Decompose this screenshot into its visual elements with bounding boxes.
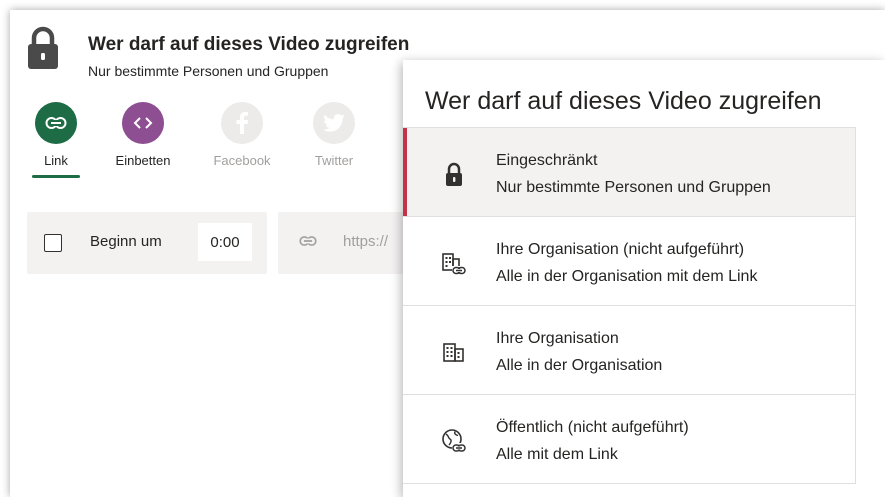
start-time-input[interactable] — [198, 223, 252, 261]
share-link-label: Link — [44, 153, 68, 168]
access-dropdown: Wer darf auf dieses Video zugreifen Eing… — [403, 60, 885, 497]
access-option-restricted[interactable]: Eingeschränkt Nur bestimmte Personen und… — [403, 128, 855, 217]
share-twitter-label: Twitter — [314, 153, 354, 168]
start-at-checkbox[interactable] — [44, 234, 62, 252]
url-text: https:// — [343, 233, 389, 250]
start-at-label: Beginn um — [90, 233, 162, 250]
twitter-icon — [323, 114, 345, 132]
embed-circle — [122, 102, 164, 144]
page-subtitle: Nur bestimmte Personen und Gruppen — [88, 63, 329, 79]
share-facebook-label: Facebook — [213, 153, 271, 168]
access-option-org-unlisted[interactable]: Ihre Organisation (nicht aufgeführt) All… — [403, 217, 855, 306]
page-title: Wer darf auf dieses Video zugreifen — [88, 34, 410, 55]
code-icon — [133, 117, 153, 129]
lock-icon — [28, 26, 58, 69]
facebook-icon — [236, 112, 248, 134]
option-subtitle: Nur bestimmte Personen und Gruppen — [496, 179, 771, 196]
share-link-button[interactable]: Link — [16, 102, 96, 178]
option-subtitle: Alle in der Organisation — [496, 357, 663, 374]
twitter-circle — [313, 102, 355, 144]
option-title: Eingeschränkt — [496, 152, 598, 169]
share-embed-button[interactable]: Einbetten — [103, 102, 183, 168]
lock-icon — [446, 162, 462, 186]
access-option-list: Eingeschränkt Nur bestimmte Personen und… — [403, 127, 856, 484]
access-option-organization[interactable]: Ihre Organisation Alle in der Organisati… — [403, 306, 855, 395]
access-option-public-unlisted[interactable]: Öffentlich (nicht aufgeführt) Alle mit d… — [403, 395, 855, 483]
option-title: Öffentlich (nicht aufgeführt) — [496, 419, 689, 436]
start-at-panel: Beginn um — [27, 212, 267, 274]
building-icon — [443, 343, 464, 362]
globe-link-icon — [442, 429, 466, 453]
share-embed-label: Einbetten — [115, 153, 171, 168]
link-icon — [45, 117, 67, 129]
share-twitter-button[interactable]: Twitter — [294, 102, 374, 168]
share-facebook-button[interactable]: Facebook — [202, 102, 282, 168]
link-icon — [299, 236, 317, 246]
active-tab-indicator — [32, 175, 80, 178]
option-title: Ihre Organisation (nicht aufgeführt) — [496, 241, 745, 258]
option-subtitle: Alle in der Organisation mit dem Link — [496, 268, 758, 285]
share-options: Link Einbetten Facebook Twitter — [10, 102, 430, 202]
dropdown-title: Wer darf auf dieses Video zugreifen — [425, 87, 822, 115]
option-subtitle: Alle mit dem Link — [496, 446, 618, 463]
link-circle — [35, 102, 77, 144]
option-title: Ihre Organisation — [496, 330, 619, 347]
url-field[interactable]: https:// — [278, 212, 418, 274]
facebook-circle — [221, 102, 263, 144]
building-link-icon — [442, 253, 466, 275]
